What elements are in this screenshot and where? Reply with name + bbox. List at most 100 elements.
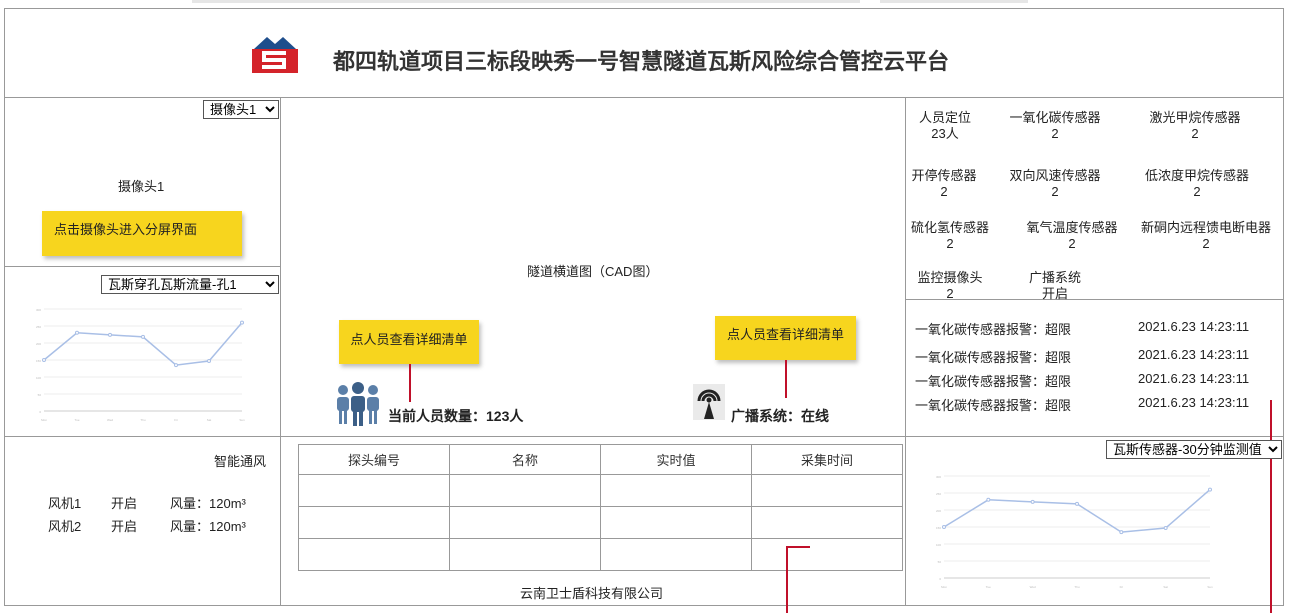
table-cell bbox=[298, 538, 450, 571]
sensor-onoff[interactable]: 开停传感器 2 bbox=[906, 168, 982, 200]
series-line bbox=[43, 322, 243, 366]
table-cell bbox=[751, 474, 903, 507]
table-cell bbox=[600, 474, 752, 507]
broadcast-tower-icon[interactable] bbox=[693, 384, 725, 420]
x-tick-label: Sat bbox=[207, 418, 212, 422]
y-tick-label: 0 bbox=[939, 577, 941, 581]
cad-label: 隧道横道图（CAD图） bbox=[527, 264, 659, 279]
column-header: 采集时间 bbox=[751, 444, 903, 475]
gas-flow-chart: 300 250 200 150 100 50 0Mon Tue Wed Thu Fri Sat Sun bbox=[36, 308, 245, 422]
sensor-laser-methane[interactable]: 激光甲烷传感器 2 bbox=[1135, 110, 1255, 142]
sensor-value: 23人 bbox=[931, 126, 959, 141]
annotation-line-right bbox=[1270, 400, 1272, 613]
y-tick-label: 50 bbox=[38, 393, 42, 397]
fan-status: 开启 bbox=[111, 519, 138, 534]
top-scrollbar-track-2 bbox=[880, 0, 1028, 3]
gas-sensor-chart: 300 250 200 150 100 50 0Mon Tue Wed Thu Fri Sat Sun bbox=[936, 475, 1213, 589]
sensor-name: 开停传感器 bbox=[911, 168, 977, 183]
sensor-broadcast[interactable]: 广播系统 开启 bbox=[1020, 270, 1090, 302]
gas-flow-select[interactable]: 瓦斯穿孔瓦斯流量-孔1 bbox=[101, 275, 279, 294]
data-point bbox=[986, 497, 991, 502]
x-tick-label: Sat bbox=[1163, 585, 1168, 589]
sensor-name: 人员定位 bbox=[918, 110, 971, 125]
alarm-row[interactable]: 一氧化碳传感器报警：超限 bbox=[915, 395, 1071, 414]
broadcast-tip[interactable]: 点人员查看详细清单 bbox=[715, 316, 856, 360]
y-tick-label: 300 bbox=[936, 475, 941, 479]
camera-label: 摄像头1 bbox=[118, 179, 165, 194]
sensor-h2s[interactable]: 硫化氢传感器 2 bbox=[906, 220, 994, 252]
alarm-row[interactable]: 一氧化碳传感器报警：超限 bbox=[915, 347, 1071, 366]
sensor-name: 激光甲烷传感器 bbox=[1149, 110, 1241, 125]
table-row[interactable] bbox=[298, 474, 903, 507]
data-point bbox=[207, 359, 211, 364]
alarm-text: 一氧化碳传感器报警：超限 bbox=[915, 322, 1072, 337]
y-tick-label: 150 bbox=[936, 526, 941, 530]
camera-select[interactable]: 摄像头1 bbox=[203, 100, 279, 119]
y-tick-label: 250 bbox=[36, 325, 41, 329]
sensor-oxygen-temp[interactable]: 氧气温度传感器 2 bbox=[1018, 220, 1126, 252]
fan-volume: 风量：120m³ bbox=[170, 519, 246, 534]
sensor-personnel[interactable]: 人员定位 23人 bbox=[910, 110, 980, 142]
middle-divider bbox=[4, 436, 1284, 437]
data-point bbox=[240, 320, 244, 325]
sensor-camera[interactable]: 监控摄像头 2 bbox=[910, 270, 990, 302]
data-point bbox=[108, 332, 112, 337]
sensor-value: 开启 bbox=[1041, 286, 1068, 301]
data-point bbox=[42, 358, 46, 362]
fan-status: 开启 bbox=[111, 496, 138, 511]
broadcast-pointer-line bbox=[785, 360, 787, 398]
column-header: 名称 bbox=[449, 444, 601, 475]
sensor-co[interactable]: 一氧化碳传感器 2 bbox=[1000, 110, 1110, 142]
x-tick-label: Tue bbox=[74, 418, 79, 422]
data-point bbox=[1030, 499, 1035, 504]
fan-name: 风机1 bbox=[48, 496, 82, 511]
sensor-value: 2 bbox=[946, 286, 954, 301]
alarm-row[interactable]: 一氧化碳传感器报警：超限 bbox=[915, 371, 1071, 390]
x-tick-label: Fri bbox=[1120, 585, 1124, 589]
x-tick-label: Sun bbox=[1207, 585, 1213, 589]
table-cell bbox=[600, 538, 752, 571]
people-pointer-line bbox=[409, 364, 411, 402]
y-tick-label: 250 bbox=[936, 492, 941, 496]
data-point bbox=[942, 525, 946, 529]
broadcast-status: 广播系统：在线 bbox=[731, 408, 829, 424]
x-tick-label: Thu bbox=[140, 418, 146, 422]
gas-sensor-select[interactable]: 瓦斯传感器-30分钟监测值 bbox=[1106, 440, 1282, 459]
x-tick-label: Mon bbox=[941, 585, 947, 589]
data-point bbox=[141, 334, 145, 339]
alarm-time: 2021.6.23 14:23:11 bbox=[1138, 371, 1250, 386]
sensor-low-methane[interactable]: 低浓度甲烷传感器 2 bbox=[1135, 168, 1259, 200]
data-point bbox=[1075, 501, 1079, 506]
table-row[interactable] bbox=[298, 538, 903, 571]
sensor-name: 新硐内远程馈电断电器 bbox=[1140, 220, 1271, 235]
y-tick-label: 0 bbox=[39, 410, 41, 414]
table-cell bbox=[751, 538, 903, 571]
people-tip[interactable]: 点人员查看详细清单 bbox=[339, 320, 479, 364]
table-row[interactable] bbox=[298, 506, 903, 539]
x-tick-label: Wed bbox=[107, 418, 113, 422]
table-cell bbox=[600, 506, 752, 539]
y-tick-label: 150 bbox=[36, 359, 41, 363]
series-line bbox=[943, 489, 1211, 533]
people-tip-text: 点人员查看详细清单 bbox=[350, 332, 468, 347]
table-header-row: 探头编号 名称 实时值 采集时间 bbox=[298, 444, 903, 475]
left-divider-1 bbox=[4, 266, 280, 267]
alarm-row[interactable]: 一氧化碳传感器报警：超限 bbox=[915, 319, 1071, 338]
alarm-time: 2021.6.23 14:23:11 bbox=[1138, 395, 1250, 410]
alarm-time: 2021.6.23 14:23:11 bbox=[1138, 319, 1250, 334]
header-divider bbox=[4, 97, 1284, 98]
sensor-value: 2 bbox=[1068, 236, 1076, 251]
sensor-name: 双向风速传感器 bbox=[1009, 168, 1101, 183]
annotation-line-v bbox=[786, 546, 788, 613]
broadcast-tip-text: 点人员查看详细清单 bbox=[726, 327, 844, 342]
camera-tip[interactable]: 点击摄像头进入分屏界面 bbox=[42, 211, 242, 256]
y-tick-label: 200 bbox=[36, 342, 41, 346]
alarm-text: 一氧化碳传感器报警：超限 bbox=[915, 350, 1072, 365]
people-group-icon[interactable] bbox=[333, 382, 383, 426]
x-tick-label: Wed bbox=[1030, 585, 1036, 589]
sensor-remote-breaker[interactable]: 新硐内远程馈电断电器 2 bbox=[1133, 220, 1279, 252]
fan-name: 风机2 bbox=[48, 519, 82, 534]
sensor-wind-speed[interactable]: 双向风速传感器 2 bbox=[1000, 168, 1110, 200]
table-cell bbox=[449, 474, 601, 507]
table-cell bbox=[298, 474, 450, 507]
